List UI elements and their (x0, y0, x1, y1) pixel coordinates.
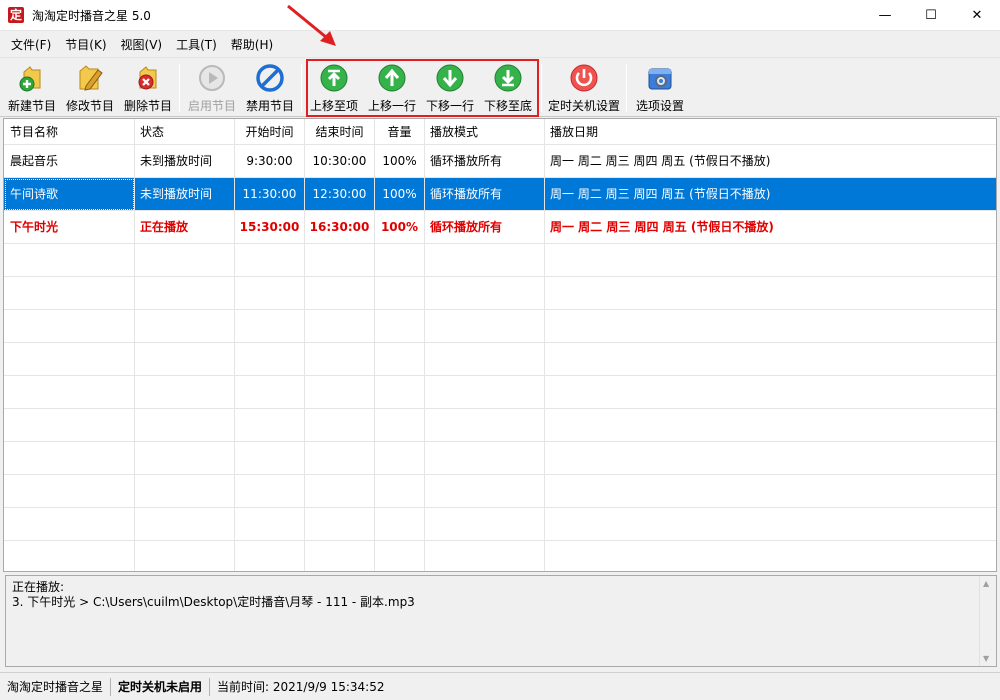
delete-program-label: 删除节目 (123, 99, 172, 113)
now-playing-label: 正在播放: (12, 580, 65, 594)
toolbar-separator (301, 64, 302, 112)
play-icon (196, 62, 228, 94)
menu-tools[interactable]: 工具(T) (169, 36, 224, 53)
enable-program-label: 启用节目 (187, 99, 236, 113)
menu-help[interactable]: 帮助(H) (224, 36, 280, 53)
table-row-selected[interactable]: 午间诗歌 未到播放时间 11:30:00 12:30:00 100% 循环播放所… (4, 178, 996, 211)
edit-program-button[interactable]: 修改节目 (62, 62, 118, 114)
table-row-playing[interactable]: 下午时光 正在播放 15:30:00 16:30:00 100% 循环播放所有 … (4, 211, 996, 244)
edit-program-label: 修改节目 (65, 99, 114, 113)
table-row[interactable]: 晨起音乐 未到播放时间 9:30:00 10:30:00 100% 循环播放所有… (4, 145, 996, 178)
status-current-time: 当前时间: 2021/9/9 15:34:52 (217, 679, 385, 694)
scroll-up-icon[interactable]: ▲ (983, 579, 989, 588)
annotation-highlight-box (306, 59, 539, 117)
prohibit-icon (254, 62, 286, 94)
title-bar: 定 淘淘定时播音之星 5.0 — ☐ ✕ (0, 0, 1000, 31)
scroll-down-icon[interactable]: ▼ (983, 654, 989, 663)
column-header-status[interactable]: 状态 (135, 119, 235, 145)
cell-days: 周一 周二 周三 周四 周五 (节假日不播放) (545, 145, 996, 178)
edit-program-icon (74, 62, 106, 94)
maximize-button[interactable]: ☐ (908, 0, 954, 31)
power-icon (568, 62, 600, 94)
annotation-arrow-icon (287, 4, 336, 46)
options-label: 选项设置 (635, 99, 684, 113)
cell-end: 10:30:00 (305, 145, 375, 178)
empty-row (4, 541, 996, 571)
delete-program-button[interactable]: 删除节目 (120, 62, 176, 114)
column-header-volume[interactable]: 音量 (375, 119, 425, 145)
now-playing-text: 正在播放: 3. 下午时光 > C:\Users\cuilm\Desktop\定… (12, 580, 415, 610)
menu-program[interactable]: 节目(K) (58, 36, 113, 53)
column-header-mode[interactable]: 播放模式 (425, 119, 545, 145)
disable-program-button[interactable]: 禁用节目 (242, 62, 298, 114)
cell-days: 周一 周二 周三 周四 周五 (节假日不播放) (545, 178, 996, 211)
empty-row (4, 409, 996, 442)
cell-status: 正在播放 (135, 211, 235, 244)
cell-mode: 循环播放所有 (425, 145, 545, 178)
settings-gear-icon (644, 62, 676, 94)
column-header-start[interactable]: 开始时间 (235, 119, 305, 145)
now-playing-track: 3. 下午时光 > C:\Users\cuilm\Desktop\定时播音\月琴… (12, 595, 415, 609)
toolbar-separator (179, 64, 180, 112)
list-header: 节目名称 状态 开始时间 结束时间 音量 播放模式 播放日期 (4, 119, 996, 145)
cell-start: 15:30:00 (235, 211, 305, 244)
cell-end: 16:30:00 (305, 211, 375, 244)
cell-volume: 100% (375, 178, 425, 211)
close-button[interactable]: ✕ (954, 0, 1000, 31)
window-controls: — ☐ ✕ (862, 0, 1000, 31)
shutdown-settings-button[interactable]: 定时关机设置 (548, 62, 620, 114)
empty-row (4, 310, 996, 343)
cell-end: 12:30:00 (305, 178, 375, 211)
empty-row (4, 277, 996, 310)
cell-days: 周一 周二 周三 周四 周五 (节假日不播放) (545, 211, 996, 244)
shutdown-settings-label: 定时关机设置 (548, 99, 621, 113)
toolbar-separator (626, 64, 627, 112)
cell-status: 未到播放时间 (135, 145, 235, 178)
cell-name: 午间诗歌 (4, 178, 135, 211)
disable-program-label: 禁用节目 (245, 99, 294, 113)
cell-mode: 循环播放所有 (425, 211, 545, 244)
empty-row (4, 508, 996, 541)
vertical-scrollbar[interactable]: ▲ ▼ (979, 576, 996, 666)
empty-row (4, 343, 996, 376)
program-list[interactable]: 节目名称 状态 开始时间 结束时间 音量 播放模式 播放日期 晨起音乐 未到播放… (3, 118, 997, 572)
delete-program-icon (132, 62, 164, 94)
toolbar-separator (541, 64, 542, 112)
empty-row (4, 244, 996, 277)
empty-row (4, 475, 996, 508)
now-playing-panel[interactable]: 正在播放: 3. 下午时光 > C:\Users\cuilm\Desktop\定… (5, 575, 997, 667)
new-program-icon (16, 62, 48, 94)
cell-status: 未到播放时间 (135, 178, 235, 211)
toolbar: 新建节目 修改节目 删除节目 启用节目 禁用节目 上移至项 上移一行 下移一行 … (0, 57, 1000, 117)
column-header-name[interactable]: 节目名称 (4, 119, 135, 145)
column-header-end[interactable]: 结束时间 (305, 119, 375, 145)
status-bar: 淘淘定时播音之星 定时关机未启用 当前时间: 2021/9/9 15:34:52 (0, 672, 1000, 700)
cell-name: 下午时光 (4, 211, 135, 244)
options-button[interactable]: 选项设置 (632, 62, 688, 114)
cell-name: 晨起音乐 (4, 145, 135, 178)
status-app-name: 淘淘定时播音之星 (0, 677, 112, 696)
cell-mode: 循环播放所有 (425, 178, 545, 211)
app-icon: 定 (8, 7, 24, 23)
minimize-button[interactable]: — (862, 0, 908, 31)
empty-row (4, 376, 996, 409)
cell-start: 9:30:00 (235, 145, 305, 178)
new-program-label: 新建节目 (7, 99, 56, 113)
menu-file[interactable]: 文件(F) (4, 36, 58, 53)
window-title: 淘淘定时播音之星 5.0 (32, 8, 151, 23)
cell-volume: 100% (375, 211, 425, 244)
empty-row (4, 442, 996, 475)
enable-program-button[interactable]: 启用节目 (184, 62, 240, 114)
cell-volume: 100% (375, 145, 425, 178)
cell-start: 11:30:00 (235, 178, 305, 211)
menu-view[interactable]: 视图(V) (114, 36, 170, 53)
new-program-button[interactable]: 新建节目 (4, 62, 60, 114)
column-header-days[interactable]: 播放日期 (545, 119, 996, 145)
status-shutdown: 定时关机未启用 (111, 677, 211, 696)
menu-bar: 文件(F) 节目(K) 视图(V) 工具(T) 帮助(H) (0, 31, 1000, 57)
